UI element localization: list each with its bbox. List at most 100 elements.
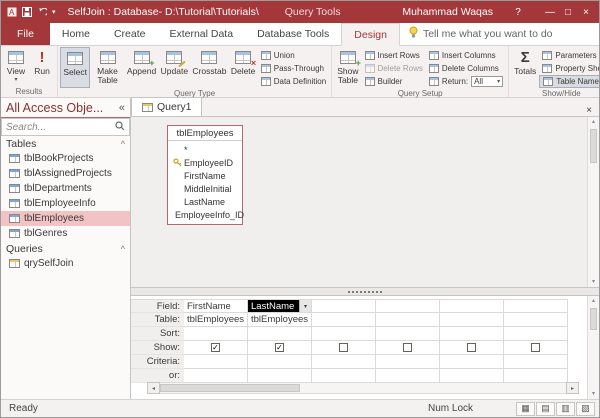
field-cell[interactable]: FirstName bbox=[184, 299, 248, 313]
nav-item-tblEmployeeInfo[interactable]: tblEmployeeInfo bbox=[1, 196, 130, 211]
query-design-surface[interactable]: tblEmployees * EmployeeID FirstName Midd… bbox=[131, 117, 599, 287]
scroll-left-icon[interactable]: ◂ bbox=[147, 382, 160, 394]
table-names-button[interactable]: Table Names bbox=[539, 75, 600, 88]
field-list-tblEmployees[interactable]: tblEmployees * EmployeeID FirstName Midd… bbox=[167, 125, 243, 225]
field-item-employeeinfo-id[interactable]: EmployeeInfo_ID bbox=[168, 208, 242, 221]
scroll-down-icon[interactable]: ▾ bbox=[592, 389, 595, 399]
nav-group-tables[interactable]: Tables ^ bbox=[1, 136, 130, 151]
sort-cell[interactable] bbox=[504, 327, 568, 341]
show-table-button[interactable]: + Show Table bbox=[334, 47, 361, 88]
close-document-icon[interactable]: × bbox=[579, 105, 599, 116]
sort-cell[interactable] bbox=[184, 327, 248, 341]
undo-icon[interactable] bbox=[37, 8, 47, 17]
union-button[interactable]: Union bbox=[258, 49, 329, 62]
nav-item-tblGenres[interactable]: tblGenres bbox=[1, 226, 130, 241]
criteria-cell[interactable] bbox=[184, 355, 248, 369]
sort-cell[interactable] bbox=[376, 327, 440, 341]
sort-cell[interactable] bbox=[440, 327, 504, 341]
field-item-employeeid[interactable]: EmployeeID bbox=[168, 156, 242, 169]
search-input[interactable] bbox=[6, 122, 115, 133]
save-icon[interactable] bbox=[22, 7, 32, 17]
grid-horizontal-scrollbar[interactable]: ◂ ▸ bbox=[147, 382, 579, 394]
pass-through-button[interactable]: Pass-Through bbox=[258, 62, 329, 75]
run-button[interactable]: ! Run bbox=[29, 47, 55, 86]
close-icon[interactable]: × bbox=[577, 7, 595, 18]
parameters-button[interactable]: Parameters bbox=[539, 49, 600, 62]
sql-view-button[interactable]: ▥ bbox=[556, 402, 575, 416]
totals-button[interactable]: Σ Totals bbox=[511, 47, 539, 88]
nav-item-tblDepartments[interactable]: tblDepartments bbox=[1, 181, 130, 196]
field-cell[interactable] bbox=[504, 299, 568, 313]
scrollbar-thumb[interactable] bbox=[590, 129, 597, 163]
show-checkbox[interactable] bbox=[531, 343, 540, 352]
sort-cell[interactable] bbox=[248, 327, 312, 341]
table-cell[interactable]: tblEmployees bbox=[184, 313, 248, 327]
sort-cell[interactable] bbox=[312, 327, 376, 341]
show-checkbox-cell[interactable] bbox=[440, 341, 504, 355]
tab-create[interactable]: Create bbox=[102, 22, 158, 45]
table-cell[interactable] bbox=[504, 313, 568, 327]
tell-me-box[interactable]: Tell me what you want to do bbox=[408, 22, 553, 45]
account-user-name[interactable]: Muhammad Waqas bbox=[402, 6, 493, 18]
field-cell[interactable] bbox=[440, 299, 504, 313]
field-item-lastname[interactable]: LastName bbox=[168, 195, 242, 208]
search-box[interactable] bbox=[1, 118, 130, 136]
nav-item-tblBookProjects[interactable]: tblBookProjects bbox=[1, 151, 130, 166]
or-cell[interactable] bbox=[440, 369, 504, 383]
pane-splitter[interactable] bbox=[131, 287, 599, 296]
crosstab-button[interactable]: Crosstab bbox=[190, 47, 228, 88]
data-definition-button[interactable]: Data Definition bbox=[258, 75, 329, 88]
splitter-handle[interactable] bbox=[348, 291, 382, 293]
field-item-middleinitial[interactable]: MiddleInitial bbox=[168, 182, 242, 195]
field-cell-selected[interactable]: LastName ▾ bbox=[248, 299, 312, 313]
show-checkbox-cell[interactable]: ✓ bbox=[184, 341, 248, 355]
pivot-view-button[interactable]: ▤ bbox=[536, 402, 555, 416]
field-cell[interactable] bbox=[376, 299, 440, 313]
show-checkbox[interactable] bbox=[467, 343, 476, 352]
maximize-icon[interactable]: □ bbox=[559, 7, 577, 18]
insert-columns-button[interactable]: Insert Columns bbox=[426, 49, 506, 62]
nav-item-qrySelfJoin[interactable]: qrySelfJoin bbox=[1, 256, 130, 271]
scrollbar-thumb[interactable] bbox=[160, 384, 300, 392]
builder-button[interactable]: Builder bbox=[362, 75, 426, 88]
collapse-pane-icon[interactable]: « bbox=[119, 102, 125, 114]
show-checkbox[interactable]: ✓ bbox=[211, 343, 220, 352]
nav-group-queries[interactable]: Queries ^ bbox=[1, 241, 130, 256]
select-query-button[interactable]: Select bbox=[60, 47, 90, 88]
table-cell[interactable] bbox=[312, 313, 376, 327]
help-icon[interactable]: ? bbox=[509, 7, 527, 18]
show-checkbox[interactable] bbox=[339, 343, 348, 352]
tab-file[interactable]: File bbox=[1, 22, 50, 45]
or-cell[interactable] bbox=[376, 369, 440, 383]
scroll-right-icon[interactable]: ▸ bbox=[566, 382, 579, 394]
delete-rows-button[interactable]: Delete Rows bbox=[362, 62, 426, 75]
table-cell[interactable]: tblEmployees bbox=[248, 313, 312, 327]
scroll-up-icon[interactable]: ▴ bbox=[592, 117, 595, 127]
or-cell[interactable] bbox=[248, 369, 312, 383]
criteria-cell[interactable] bbox=[248, 355, 312, 369]
grid-vertical-scrollbar[interactable]: ▴ ▾ bbox=[587, 296, 599, 399]
view-button[interactable]: View ▾ bbox=[3, 47, 29, 86]
or-cell[interactable] bbox=[312, 369, 376, 383]
update-button[interactable]: Update bbox=[158, 47, 190, 88]
design-vertical-scrollbar[interactable]: ▴ ▾ bbox=[587, 117, 599, 287]
field-item-asterisk[interactable]: * bbox=[168, 143, 242, 156]
delete-columns-button[interactable]: Delete Columns bbox=[426, 62, 506, 75]
show-checkbox-cell[interactable] bbox=[376, 341, 440, 355]
tab-external-data[interactable]: External Data bbox=[157, 22, 245, 45]
delete-query-button[interactable]: × Delete bbox=[229, 47, 258, 88]
show-checkbox-cell[interactable] bbox=[312, 341, 376, 355]
criteria-cell[interactable] bbox=[312, 355, 376, 369]
show-checkbox-cell[interactable] bbox=[504, 341, 568, 355]
field-list-title[interactable]: tblEmployees bbox=[168, 126, 242, 141]
criteria-cell[interactable] bbox=[376, 355, 440, 369]
nav-item-tblEmployees[interactable]: tblEmployees bbox=[1, 211, 130, 226]
insert-rows-button[interactable]: Insert Rows bbox=[362, 49, 426, 62]
nav-pane-title[interactable]: All Access Obje... bbox=[6, 101, 103, 115]
or-cell[interactable] bbox=[184, 369, 248, 383]
tab-query1[interactable]: Query1 bbox=[131, 97, 202, 116]
property-sheet-button[interactable]: Property Sheet bbox=[539, 62, 600, 75]
minimize-icon[interactable]: — bbox=[541, 7, 559, 18]
table-cell[interactable] bbox=[376, 313, 440, 327]
dropdown-icon[interactable]: ▾ bbox=[299, 300, 311, 312]
